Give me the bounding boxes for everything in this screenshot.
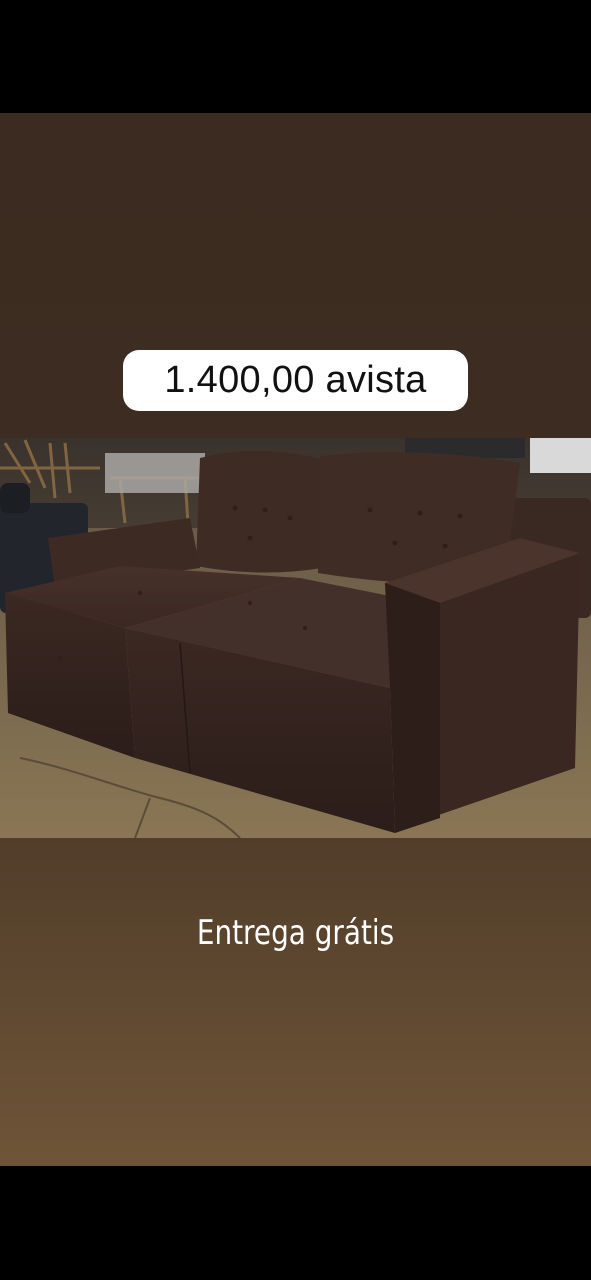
caption-text: Entrega grátis (196, 913, 395, 953)
sofa-image (0, 438, 591, 838)
bottom-letterbox-bar (0, 1166, 591, 1280)
price-label: 1.400,00 avista (164, 359, 427, 401)
story-screen: 1.400,00 avista Entrega grátis (0, 0, 591, 1280)
top-letterbox-bar (0, 0, 591, 113)
price-sticker: 1.400,00 avista (123, 350, 468, 411)
sofa-photo (0, 438, 591, 838)
story-card[interactable]: 1.400,00 avista Entrega grátis (0, 113, 591, 1166)
